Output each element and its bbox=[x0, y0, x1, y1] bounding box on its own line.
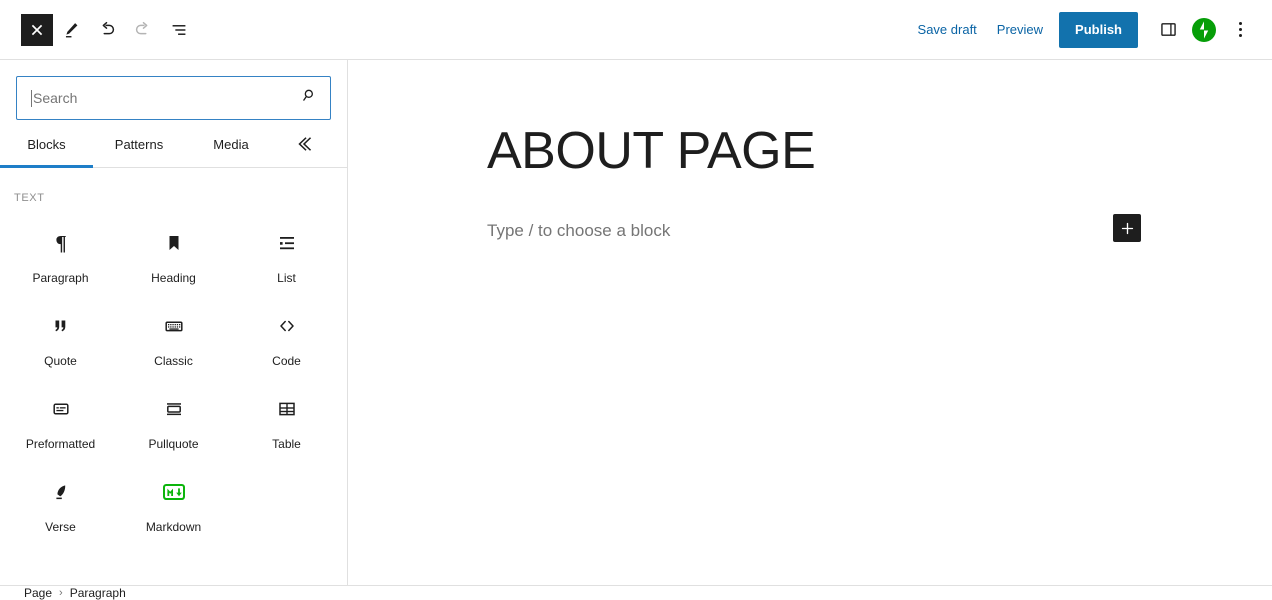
quote-icon bbox=[49, 313, 73, 339]
search-placeholder: Search bbox=[33, 90, 78, 106]
document-overview-icon bbox=[172, 24, 186, 35]
block-item-quote[interactable]: Quote bbox=[4, 295, 117, 378]
block-editor-app: Save draft Preview Publish Search Blocks… bbox=[0, 0, 1272, 600]
svg-text:¶: ¶ bbox=[55, 231, 66, 255]
block-label: Preformatted bbox=[25, 437, 96, 451]
post-title[interactable]: ABOUT PAGE bbox=[487, 122, 816, 180]
category-label-text: TEXT bbox=[14, 192, 45, 204]
plus-icon bbox=[1121, 222, 1133, 234]
redo-icon bbox=[135, 21, 148, 34]
block-label: Heading bbox=[151, 271, 196, 285]
edit-mode-button[interactable] bbox=[53, 12, 89, 48]
tab-blocks[interactable]: Blocks bbox=[0, 121, 93, 168]
breadcrumb-item-page[interactable]: Page bbox=[24, 587, 52, 599]
jetpack-icon bbox=[1192, 17, 1216, 42]
undo-button[interactable] bbox=[89, 12, 125, 48]
classic-keyboard-icon bbox=[162, 313, 186, 339]
block-item-pullquote[interactable]: Pullquote bbox=[117, 378, 230, 461]
block-item-list[interactable]: List bbox=[230, 212, 343, 295]
tab-patterns[interactable]: Patterns bbox=[93, 121, 185, 167]
empty-paragraph-placeholder[interactable]: Type / to choose a block bbox=[487, 218, 670, 244]
block-label: Code bbox=[272, 354, 301, 368]
top-bar-left-tools bbox=[0, 12, 197, 48]
redo-button[interactable] bbox=[125, 12, 161, 48]
block-label: Pullquote bbox=[148, 437, 199, 451]
block-label: Verse bbox=[45, 520, 76, 534]
publish-button[interactable]: Publish bbox=[1059, 11, 1138, 48]
block-breadcrumb-bar: Page › Paragraph bbox=[0, 585, 1272, 600]
save-draft-button[interactable]: Save draft bbox=[908, 15, 987, 44]
search-icon bbox=[298, 86, 318, 111]
search-input[interactable]: Search bbox=[16, 76, 331, 120]
code-brackets-icon bbox=[275, 313, 299, 339]
preformatted-icon bbox=[49, 396, 73, 422]
block-label: Markdown bbox=[145, 520, 202, 534]
close-editor-button[interactable] bbox=[21, 13, 53, 46]
preview-button[interactable]: Preview bbox=[987, 15, 1053, 44]
heading-bookmark-icon bbox=[162, 230, 186, 256]
undo-icon bbox=[102, 21, 115, 34]
text-caret bbox=[31, 89, 32, 107]
more-options-button[interactable] bbox=[1222, 12, 1258, 48]
reusable-blocks-icon bbox=[298, 137, 312, 151]
settings-sidebar-icon bbox=[1160, 23, 1176, 36]
block-label: Paragraph bbox=[32, 271, 89, 285]
block-item-preformatted[interactable]: Preformatted bbox=[4, 378, 117, 461]
pullquote-icon bbox=[162, 396, 186, 422]
block-item-code[interactable]: Code bbox=[230, 295, 343, 378]
close-icon bbox=[31, 24, 43, 35]
block-label: Classic bbox=[154, 354, 193, 368]
markdown-icon bbox=[161, 479, 187, 505]
block-item-table[interactable]: Table bbox=[230, 378, 343, 461]
paragraph-icon: ¶ bbox=[49, 230, 73, 256]
block-label: List bbox=[277, 271, 296, 285]
breadcrumb: Page › Paragraph bbox=[0, 587, 126, 599]
document-overview-button[interactable] bbox=[161, 12, 197, 48]
block-inserter-panel: Search Blocks Patterns Media TEXT ¶ Para… bbox=[0, 60, 348, 585]
editor-canvas: ABOUT PAGE Type / to choose a block bbox=[348, 60, 1272, 585]
inserter-tabs: Blocks Patterns Media bbox=[0, 120, 347, 168]
settings-sidebar-toggle[interactable] bbox=[1150, 12, 1186, 48]
table-icon bbox=[275, 396, 299, 422]
pencil-edit-icon bbox=[65, 22, 78, 37]
block-item-classic[interactable]: Classic bbox=[117, 295, 230, 378]
block-item-paragraph[interactable]: ¶ Paragraph bbox=[4, 212, 117, 295]
block-label: Table bbox=[272, 437, 301, 451]
search-container: Search bbox=[0, 60, 347, 120]
breadcrumb-separator-icon: › bbox=[59, 586, 63, 599]
editor-top-bar: Save draft Preview Publish bbox=[0, 0, 1272, 60]
reusable-blocks-button[interactable] bbox=[283, 121, 325, 167]
jetpack-button[interactable] bbox=[1186, 12, 1222, 48]
block-item-verse[interactable]: Verse bbox=[4, 461, 117, 544]
list-icon bbox=[275, 230, 299, 256]
block-label: Quote bbox=[44, 354, 77, 368]
vertical-ellipsis-icon bbox=[1238, 22, 1242, 37]
breadcrumb-item-paragraph[interactable]: Paragraph bbox=[70, 587, 126, 599]
verse-quill-icon bbox=[49, 479, 73, 505]
block-item-markdown[interactable]: Markdown bbox=[117, 461, 230, 544]
add-block-button[interactable] bbox=[1113, 214, 1141, 242]
block-item-heading[interactable]: Heading bbox=[117, 212, 230, 295]
block-type-grid: ¶ Paragraph Heading List Quote Classic C… bbox=[0, 204, 347, 544]
top-bar-right-tools: Save draft Preview Publish bbox=[908, 11, 1272, 48]
tab-media[interactable]: Media bbox=[185, 121, 277, 167]
